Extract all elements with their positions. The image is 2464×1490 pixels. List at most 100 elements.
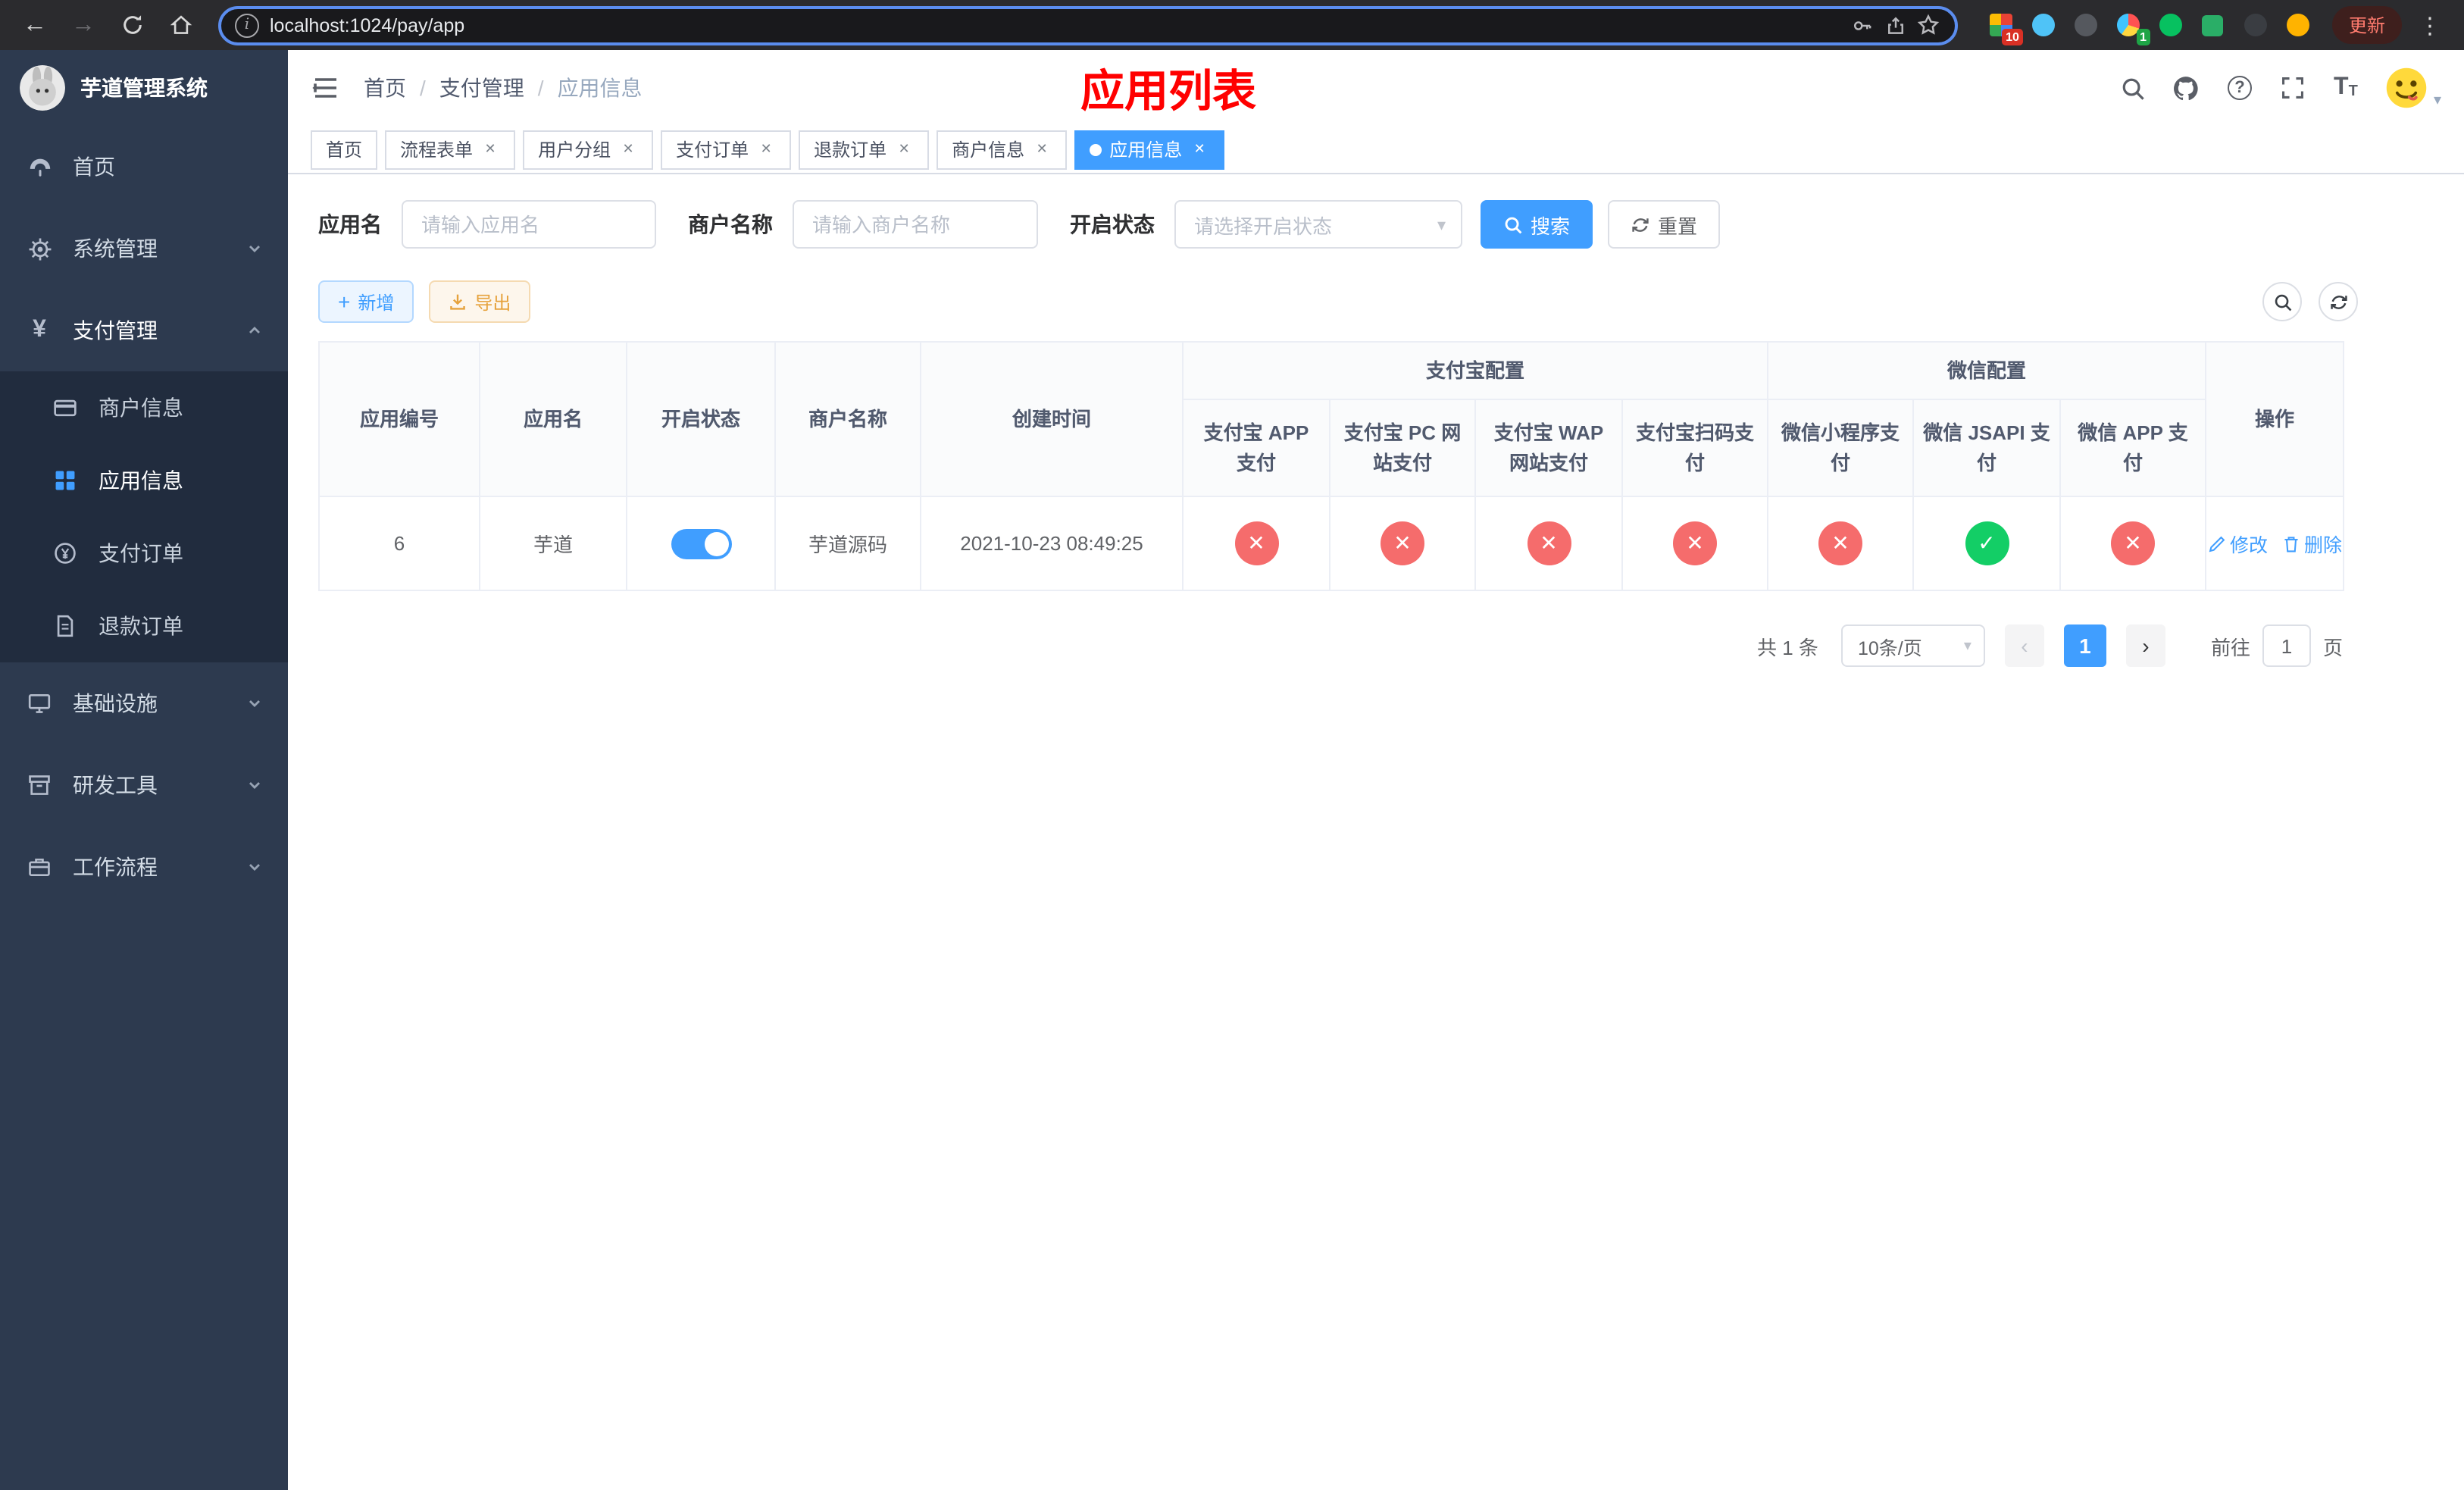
sidebar-item-label: 基础设施 — [73, 691, 158, 715]
sidebar-item-pay-order[interactable]: 支付订单 — [0, 517, 288, 590]
cell-wechat-lite: ✕ — [1767, 496, 1915, 591]
extension-icon-6[interactable] — [2200, 12, 2226, 38]
col-app-name: 应用名 — [479, 341, 627, 497]
tab-home[interactable]: 首页 — [311, 130, 378, 169]
cell-actions: 修改 删除 — [2205, 496, 2345, 591]
page-size-select[interactable]: 10条/页 ▾ — [1840, 624, 1985, 667]
app-logo-row[interactable]: 芋道管理系统 — [0, 50, 288, 126]
tab-refund-order[interactable]: 退款订单 ✕ — [799, 130, 930, 169]
breadcrumb-payment[interactable]: 支付管理 — [439, 73, 524, 103]
tab-process-form[interactable]: 流程表单 ✕ — [385, 130, 516, 169]
col-actions: 操作 — [2205, 341, 2345, 497]
col-wechat-app: 微信 APP 支付 — [2059, 399, 2207, 497]
share-icon[interactable] — [1879, 8, 1912, 42]
app-name-input[interactable] — [402, 200, 656, 249]
caret-down-icon: ▾ — [2433, 92, 2441, 109]
sidebar-item-dev-tools[interactable]: 研发工具 — [0, 744, 288, 826]
status-cross-icon: ✕ — [1818, 521, 1863, 565]
close-tab-icon[interactable]: ✕ — [1032, 139, 1052, 159]
search-button[interactable]: 搜索 — [1481, 200, 1593, 249]
help-icon[interactable]: ? — [2225, 73, 2255, 103]
extension-icon-4[interactable]: 1 — [2115, 12, 2150, 45]
sidebar-item-workflow[interactable]: 工作流程 — [0, 826, 288, 908]
address-bar[interactable]: i localhost:1024/pay/app — [218, 5, 1958, 45]
delete-link[interactable]: 删除 — [2281, 529, 2342, 558]
enabled-toggle[interactable] — [671, 528, 731, 559]
dashboard-icon — [26, 153, 53, 180]
tab-merchant-info[interactable]: 商户信息 ✕ — [937, 130, 1068, 169]
app-shell: 芋道管理系统 首页 系统管理 ¥ 支付管理 商户信息 应用信息 支付订单 退款订… — [0, 50, 2464, 1490]
github-icon[interactable] — [2172, 73, 2202, 103]
goto-page-input[interactable] — [2262, 624, 2311, 667]
url-text: localhost:1024/pay/app — [270, 14, 465, 36]
font-size-icon[interactable]: TT — [2331, 73, 2361, 103]
extension-icon-2[interactable] — [2031, 12, 2056, 38]
add-button[interactable]: + 新增 — [318, 280, 414, 323]
browser-update-button[interactable]: 更新 — [2331, 6, 2402, 44]
sidebar-item-label: 系统管理 — [73, 236, 158, 261]
sidebar-item-payment[interactable]: ¥ 支付管理 — [0, 290, 288, 371]
tab-label: 商户信息 — [952, 139, 1025, 161]
page-1-button[interactable]: 1 — [2063, 624, 2106, 667]
green-chat-icon — [2202, 14, 2224, 36]
extension-icon-5[interactable] — [2158, 12, 2184, 38]
tab-pay-order[interactable]: 支付订单 ✕ — [661, 130, 792, 169]
back-button[interactable]: ← — [15, 5, 55, 45]
briefcase-icon — [26, 853, 53, 881]
forward-button[interactable]: → — [64, 5, 103, 45]
close-tab-icon[interactable]: ✕ — [480, 139, 500, 159]
refresh-table-button[interactable] — [2319, 282, 2358, 321]
reset-button[interactable]: 重置 — [1608, 200, 1721, 249]
cell-alipay-wap: ✕ — [1474, 496, 1623, 591]
extension-icon-7[interactable] — [2243, 12, 2269, 38]
reload-button[interactable] — [112, 5, 152, 45]
browser-window: ← → i localhost:1024/pay/app 10 1 更新 ⋮ 芋… — [0, 0, 2464, 1490]
goto-unit: 页 — [2322, 636, 2343, 659]
tab-user-group[interactable]: 用户分组 ✕ — [523, 130, 654, 169]
sidebar-item-app-info[interactable]: 应用信息 — [0, 444, 288, 517]
extension-icon-3[interactable] — [2073, 12, 2099, 38]
status-select-placeholder: 请选择开启状态 — [1194, 214, 1333, 237]
breadcrumb-home[interactable]: 首页 — [364, 73, 406, 103]
home-button[interactable] — [161, 5, 200, 45]
browser-menu-icon[interactable]: ⋮ — [2411, 11, 2449, 39]
user-avatar — [2383, 65, 2429, 111]
next-page-button[interactable]: › — [2125, 624, 2165, 667]
chevron-down-icon — [247, 778, 262, 793]
pagination: 共 1 条 10条/页 ▾ ‹ 1 › 前往 页 — [318, 624, 2343, 667]
breadcrumb: 首页 / 支付管理 / 应用信息 — [364, 73, 643, 103]
merchant-name-input[interactable] — [793, 200, 1038, 249]
status-select[interactable]: 请选择开启状态 ▾ — [1174, 200, 1462, 249]
sidebar-item-infrastructure[interactable]: 基础设施 — [0, 662, 288, 744]
prev-page-button[interactable]: ‹ — [2004, 624, 2044, 667]
close-tab-icon[interactable]: ✕ — [894, 139, 914, 159]
site-info-icon[interactable]: i — [235, 13, 259, 37]
user-menu[interactable]: ▾ — [2383, 65, 2441, 111]
export-button[interactable]: 导出 — [429, 280, 531, 323]
show-search-toggle-button[interactable] — [2262, 282, 2302, 321]
fullscreen-icon[interactable] — [2278, 73, 2308, 103]
hamburger-icon[interactable] — [311, 73, 341, 103]
password-key-icon[interactable] — [1846, 8, 1879, 42]
tab-app-info[interactable]: 应用信息 ✕ — [1074, 130, 1225, 169]
extension-icon-1[interactable]: 10 — [1988, 12, 2023, 45]
sidebar-item-refund-order[interactable]: 退款订单 — [0, 590, 288, 662]
reload-icon — [123, 15, 141, 34]
sidebar-item-label: 退款订单 — [98, 614, 183, 638]
grid-icon — [52, 467, 79, 494]
sidebar-item-merchant-info[interactable]: 商户信息 — [0, 371, 288, 444]
close-tab-icon[interactable]: ✕ — [618, 139, 638, 159]
sidebar-item-system[interactable]: 系统管理 — [0, 208, 288, 290]
close-tab-icon[interactable]: ✕ — [756, 139, 776, 159]
search-icon[interactable] — [2118, 73, 2149, 103]
col-alipay-wap: 支付宝 WAP 网站支付 — [1474, 399, 1623, 497]
filter-form: 应用名 商户名称 开启状态 请选择开启状态 ▾ 搜索 重置 — [318, 200, 2434, 249]
gear-icon — [26, 235, 53, 262]
close-tab-icon[interactable]: ✕ — [1190, 139, 1209, 159]
extension-icon-8[interactable] — [2285, 12, 2311, 38]
edit-link[interactable]: 修改 — [2207, 529, 2268, 558]
sidebar-item-home[interactable]: 首页 — [0, 126, 288, 208]
bookmark-star-icon[interactable] — [1912, 8, 1946, 42]
status-cross-icon: ✕ — [1381, 521, 1424, 565]
cell-status — [626, 496, 776, 591]
